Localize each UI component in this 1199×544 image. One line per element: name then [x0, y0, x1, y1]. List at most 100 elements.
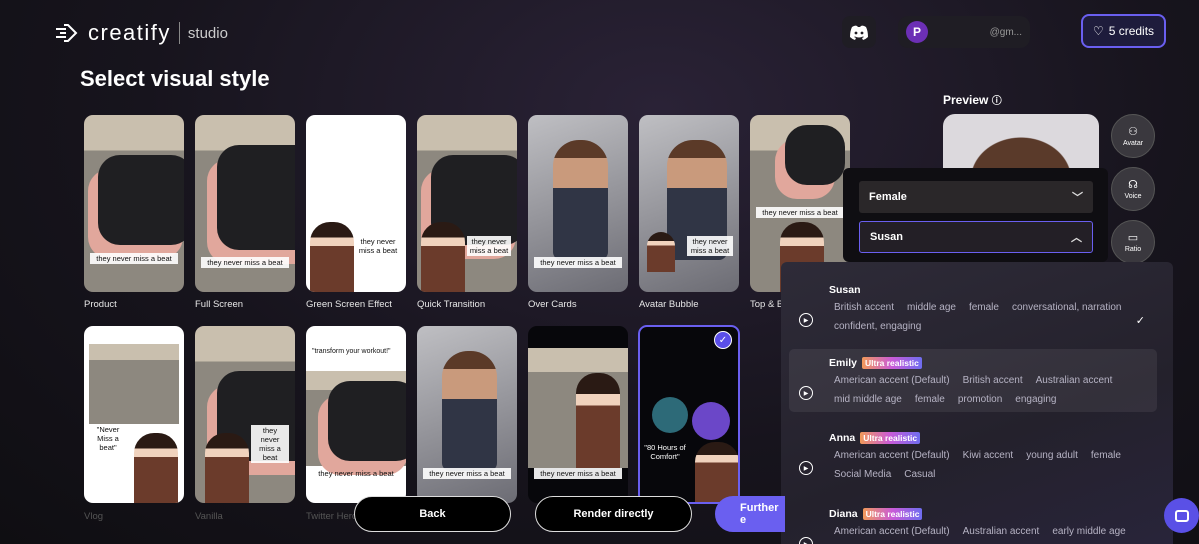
voice-icon: ☊ [1128, 179, 1138, 191]
style-card-quick-transition[interactable]: they never miss a beat [417, 115, 517, 292]
voice-dropdown-list: ▶ Susan British accent middle age female conv… [781, 262, 1173, 544]
creatify-logo[interactable]: creatify studio [54, 20, 228, 46]
style-label: Full Screen [195, 299, 244, 310]
voice-tag: Social Media [834, 469, 892, 480]
ultra-realistic-badge: Ultra realistic [862, 357, 922, 369]
voice-name: Emily [829, 357, 858, 369]
discord-button[interactable] [842, 16, 876, 48]
play-icon[interactable]: ▶ [799, 537, 813, 544]
voice-tag: confident, engaging [834, 321, 922, 332]
card-quote: "transform your workout!" [312, 348, 391, 355]
voice-tag: Australian accent [1035, 375, 1113, 386]
voice-tag: Casual [904, 469, 936, 480]
voice-tool-button[interactable]: ☊ Voice [1111, 167, 1155, 211]
voice-option-emily[interactable]: ▶ Emily Ultra realistic American accent (De… [789, 349, 1157, 412]
card-caption: they never miss a beat [358, 237, 398, 255]
tool-label: Avatar [1122, 140, 1144, 147]
card-caption: "Never Miss a beat" [96, 425, 120, 452]
further-edit-button[interactable]: Further e [715, 496, 785, 532]
style-label: Twitter Hero [306, 511, 358, 522]
ultra-realistic-badge: Ultra realistic [860, 432, 921, 444]
preview-video [943, 114, 1099, 174]
style-label: Avatar Bubble [639, 299, 699, 310]
checkmark-icon: ✓ [1135, 315, 1145, 327]
product-name: studio [187, 24, 228, 42]
style-card-twitter-hero[interactable]: "transform your workout!" they never miss… [306, 326, 406, 503]
card-caption: they never miss a beat [318, 469, 394, 478]
voice-tag: middle age [907, 302, 956, 313]
voice-tag: female [968, 302, 999, 313]
divider [178, 22, 180, 44]
credits-button[interactable]: ♡ 5 credits [1081, 14, 1166, 48]
style-card-avatar-bubble[interactable]: they never miss a beat [639, 115, 739, 292]
ratio-tool-button[interactable]: ▭ Ratio [1111, 220, 1155, 264]
avatar-tool-button[interactable]: ⚇ Avatar [1111, 114, 1155, 158]
style-label: Green Screen Effect [306, 299, 392, 310]
voice-tag: American accent (Default) [834, 450, 950, 461]
gender-select[interactable]: Female ﹀ [859, 181, 1093, 213]
avatar: P [906, 21, 928, 43]
chevron-up-icon: ︿ [1071, 232, 1082, 244]
play-icon[interactable]: ▶ [799, 461, 813, 475]
chat-support-button[interactable] [1164, 498, 1199, 533]
voice-option-diana[interactable]: ▶ Diana Ultra realistic American accent (De… [789, 500, 1157, 544]
play-icon[interactable]: ▶ [799, 313, 813, 327]
chat-icon [1174, 509, 1189, 522]
preview-title-text: Preview [943, 93, 989, 107]
voice-select[interactable]: Susan ︿ [859, 221, 1093, 253]
check-icon: ✓ [714, 331, 732, 349]
voice-tag: promotion [957, 394, 1003, 405]
card-caption: they never miss a beat [756, 207, 844, 218]
voice-name: Susan [829, 284, 861, 296]
style-card[interactable]: they never miss a beat [417, 326, 517, 503]
style-card-vlog[interactable]: "Never Miss a beat" [84, 326, 184, 503]
card-caption: they never miss a beat [90, 253, 178, 264]
info-icon[interactable]: ⓘ [992, 96, 1002, 107]
style-card-selected[interactable]: ✓ "80 Hours of Comfort" [638, 325, 740, 504]
style-label: Top & B [750, 299, 784, 310]
voice-option-anna[interactable]: ▶ Anna Ultra realistic American accent (Def… [789, 424, 1157, 487]
select-value: Susan [870, 231, 904, 243]
voice-tag: American accent (Default) [834, 375, 950, 386]
voice-tag: British accent [834, 302, 895, 313]
style-card-product[interactable]: they never miss a beat [84, 115, 184, 292]
ultra-realistic-badge: Ultra realistic [862, 508, 923, 520]
play-icon[interactable]: ▶ [799, 386, 813, 400]
card-caption: they never miss a beat [467, 236, 511, 256]
style-card-green-screen-effect[interactable]: they never miss a beat [306, 115, 406, 292]
voice-tag: early middle age [1052, 526, 1126, 537]
card-caption: they never miss a beat [423, 468, 511, 479]
voice-name: Anna [829, 432, 856, 444]
render-directly-button[interactable]: Render directly [535, 496, 692, 532]
voice-name: Diana [829, 508, 858, 520]
voice-tag: female [1090, 450, 1121, 461]
back-button[interactable]: Back [354, 496, 511, 532]
style-label: Vanilla [195, 511, 223, 522]
voice-option-susan[interactable]: ▶ Susan British accent middle age female conv… [789, 276, 1157, 339]
voice-tag: engaging [1015, 394, 1057, 405]
card-caption: they never miss a beat [251, 425, 289, 463]
voice-settings-panel: Female ﹀ Susan ︿ [843, 168, 1108, 262]
account-menu[interactable]: P @gm... [898, 16, 1030, 48]
card-caption: they never miss a beat [534, 257, 622, 268]
style-label: Quick Transition [417, 299, 486, 310]
brand-name: creatify [88, 20, 171, 45]
style-card[interactable]: they never miss a beat [528, 326, 628, 503]
tool-label: Ratio [1124, 246, 1142, 253]
select-value: Female [869, 191, 907, 203]
style-card-vanilla[interactable]: they never miss a beat [195, 326, 295, 503]
card-caption: they never miss a beat [687, 236, 733, 256]
voice-tag: British accent [962, 375, 1023, 386]
logo-icon [56, 24, 78, 42]
diamond-icon: ♡ [1092, 24, 1104, 38]
voice-tag: young adult [1026, 450, 1078, 461]
discord-icon [850, 25, 868, 40]
style-card-full-screen[interactable]: they never miss a beat [195, 115, 295, 292]
style-card-over-cards[interactable]: they never miss a beat [528, 115, 628, 292]
card-caption: they never miss a beat [201, 257, 289, 268]
style-label: Vlog [84, 511, 104, 522]
style-label: Product [84, 299, 117, 310]
avatar-icon: ⚇ [1128, 126, 1138, 138]
account-email: @gm... [989, 26, 1022, 38]
credits-label: 5 credits [1108, 24, 1155, 38]
